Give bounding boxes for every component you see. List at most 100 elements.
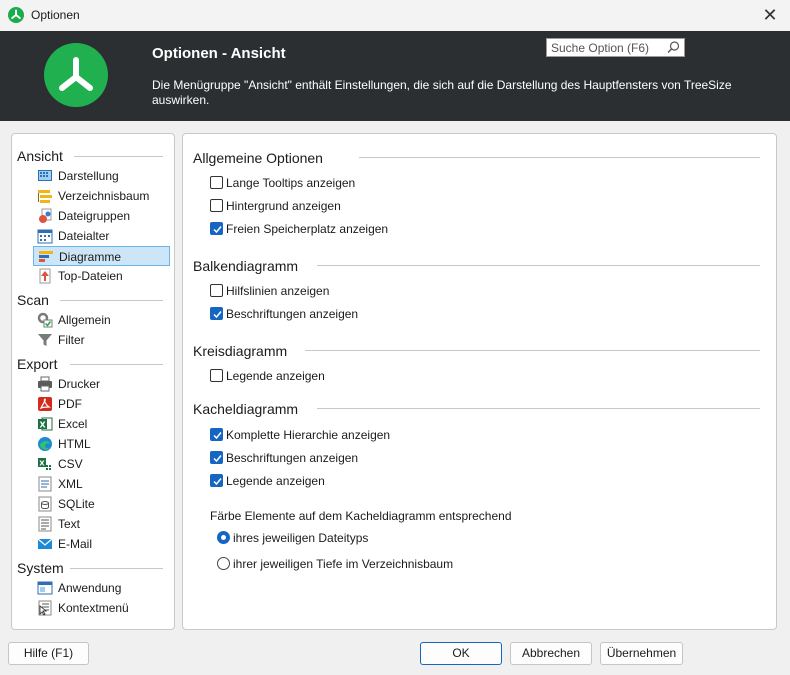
context-menu-icon [37, 600, 53, 616]
checkbox-checked[interactable] [210, 428, 223, 441]
close-icon[interactable]: ✕ [760, 5, 780, 25]
page-description: Die Menügruppe "Ansicht" enthält Einstel… [152, 78, 732, 107]
group-divider [359, 157, 760, 158]
svg-text:X: X [39, 460, 45, 468]
top-files-icon [37, 268, 53, 284]
nav-item-sqlite[interactable]: SQLite [33, 494, 170, 514]
options-header: Optionen - Ansicht Die Menügruppe "Ansic… [0, 31, 790, 121]
nav-item-label: Dateialter [58, 229, 110, 243]
nav-item-label: Drucker [58, 377, 101, 391]
gear-icon [37, 312, 53, 328]
nav-item-darstellung[interactable]: Darstellung [33, 166, 170, 186]
checkbox-unchecked[interactable] [210, 199, 223, 212]
checkbox-checked[interactable] [210, 474, 223, 487]
checkbox-unchecked[interactable] [210, 284, 223, 297]
search-box[interactable] [546, 38, 685, 57]
radio-label: ihrer jeweiligen Tiefe im Verzeichnisbau… [233, 557, 454, 571]
printer-icon [37, 376, 53, 392]
search-icon[interactable] [666, 40, 681, 55]
nav-item-drucker[interactable]: Drucker [33, 374, 170, 394]
window-title: Optionen [31, 8, 80, 22]
nav-item-dateialter[interactable]: Dateialter [33, 226, 170, 246]
section-divider [70, 364, 163, 365]
nav-item-label: Darstellung [58, 169, 119, 183]
title-bar: Optionen ✕ [0, 0, 790, 31]
apply-button[interactable]: Übernehmen [600, 642, 683, 665]
treesize-app-icon [8, 7, 24, 23]
nav-item-pdf[interactable]: PDF [33, 394, 170, 414]
options-navigation: Ansicht Darstellung Verzeichnisbaum Date… [11, 133, 175, 630]
nav-item-kontextmenue[interactable]: Kontextmenü [33, 598, 170, 618]
text-icon [37, 516, 53, 532]
checkbox-label: Beschriftungen anzeigen [226, 307, 359, 321]
chart-icon [38, 249, 54, 265]
sqlite-icon [37, 496, 53, 512]
nav-item-verzeichnisbaum[interactable]: Verzeichnisbaum [33, 186, 170, 206]
checkbox-label: Hintergrund anzeigen [226, 199, 341, 213]
nav-section-ansicht: Ansicht [17, 148, 63, 164]
nav-item-text[interactable]: Text [33, 514, 170, 534]
nav-item-label: Diagramme [59, 250, 122, 264]
nav-item-label: Dateigruppen [58, 209, 131, 223]
group-title-allgemeine-optionen: Allgemeine Optionen [193, 150, 323, 166]
nav-item-anwendung[interactable]: Anwendung [33, 578, 170, 598]
nav-item-diagramme[interactable]: Diagramme [33, 246, 170, 266]
application-icon [37, 580, 53, 596]
email-icon [37, 536, 53, 552]
ok-button[interactable]: OK [420, 642, 502, 665]
checkbox-label: Hilfslinien anzeigen [226, 284, 330, 298]
xml-icon [37, 476, 53, 492]
group-title-kacheldiagramm: Kacheldiagramm [193, 401, 299, 417]
nav-item-label: Anwendung [58, 581, 122, 595]
search-input[interactable] [547, 39, 665, 56]
nav-item-label: HTML [58, 437, 91, 451]
nav-item-html[interactable]: HTML [33, 434, 170, 454]
group-divider [317, 408, 760, 409]
checkbox-checked[interactable] [210, 222, 223, 235]
filter-icon [37, 332, 53, 348]
checkbox-checked[interactable] [210, 451, 223, 464]
section-divider [70, 568, 163, 569]
checkbox-unchecked[interactable] [210, 369, 223, 382]
radio-unselected[interactable] [217, 557, 230, 570]
checkbox-checked[interactable] [210, 307, 223, 320]
svg-text:X: X [40, 421, 47, 430]
nav-section-scan: Scan [17, 292, 49, 308]
nav-item-label: SQLite [58, 497, 95, 511]
filegroups-icon [37, 208, 53, 224]
checkbox-label: Lange Tooltips anzeigen [226, 176, 356, 190]
group-divider [317, 265, 760, 266]
calendar-icon [37, 228, 53, 244]
nav-item-csv[interactable]: X CSV [33, 454, 170, 474]
nav-item-dateigruppen[interactable]: Dateigruppen [33, 206, 170, 226]
options-content: Allgemeine Optionen Lange Tooltips anzei… [182, 133, 777, 630]
nav-item-label: CSV [58, 457, 83, 471]
group-divider [305, 350, 760, 351]
nav-item-email[interactable]: E-Mail [33, 534, 170, 554]
nav-section-system: System [17, 560, 64, 576]
nav-item-label: Verzeichnisbaum [58, 189, 150, 203]
nav-item-top-dateien[interactable]: Top-Dateien [33, 266, 170, 286]
checkbox-label: Komplette Hierarchie anzeigen [226, 428, 391, 442]
nav-item-excel[interactable]: X Excel [33, 414, 170, 434]
csv-icon: X [37, 456, 53, 472]
tree-icon [37, 188, 53, 204]
checkbox-label: Legende anzeigen [226, 369, 325, 383]
nav-item-xml[interactable]: XML [33, 474, 170, 494]
help-button[interactable]: Hilfe (F1) [8, 642, 89, 665]
checkbox-label: Beschriftungen anzeigen [226, 451, 359, 465]
nav-item-label: Top-Dateien [58, 269, 123, 283]
treesize-logo [44, 43, 108, 107]
checkbox-unchecked[interactable] [210, 176, 223, 189]
cancel-button[interactable]: Abbrechen [510, 642, 592, 665]
nav-item-filter[interactable]: Filter [33, 330, 170, 350]
nav-item-label: E-Mail [58, 537, 93, 551]
group-title-kreisdiagramm: Kreisdiagramm [193, 343, 288, 359]
radio-selected[interactable] [217, 531, 230, 544]
nav-item-allgemein[interactable]: Allgemein [33, 310, 170, 330]
checkbox-label: Legende anzeigen [226, 474, 325, 488]
color-mode-label: Färbe Elemente auf dem Kacheldiagramm en… [210, 509, 512, 523]
pdf-icon [37, 396, 53, 412]
section-divider [60, 300, 163, 301]
nav-item-label: Text [58, 517, 81, 531]
